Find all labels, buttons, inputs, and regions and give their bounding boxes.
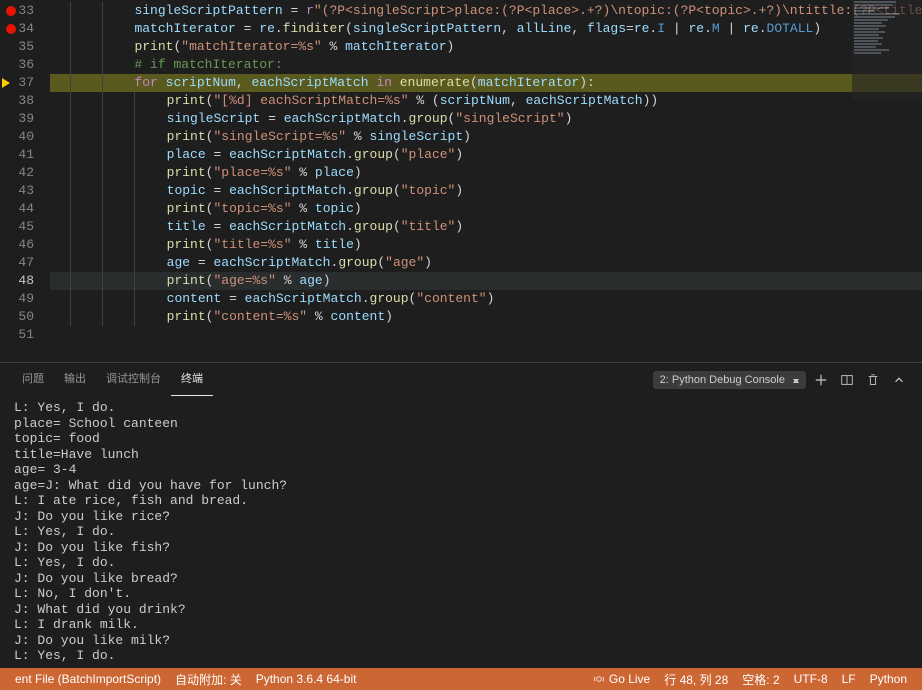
code-line[interactable]: print("singleScript=%s" % singleScript) <box>50 128 922 146</box>
code-line[interactable]: print("matchIterator=%s" % matchIterator… <box>50 38 922 56</box>
line-number[interactable]: 37 <box>0 74 50 92</box>
line-number[interactable]: 33 <box>0 2 50 20</box>
line-number[interactable]: 38 <box>0 92 50 110</box>
status-indent[interactable]: 空格: 2 <box>735 668 786 690</box>
line-number[interactable]: 50 <box>0 308 50 326</box>
status-python-interpreter[interactable]: Python 3.6.4 64-bit <box>249 668 364 690</box>
line-number[interactable]: 45 <box>0 218 50 236</box>
code-line[interactable]: place = eachScriptMatch.group("place") <box>50 146 922 164</box>
line-number[interactable]: 35 <box>0 38 50 56</box>
status-auto-attach[interactable]: 自动附加: 关 <box>168 668 249 690</box>
status-eol[interactable]: LF <box>835 668 863 690</box>
statusbar: ent File (BatchImportScript) 自动附加: 关 Pyt… <box>0 668 922 690</box>
terminal-selector[interactable]: 2: Python Debug Console <box>653 371 806 389</box>
code-line[interactable]: age = eachScriptMatch.group("age") <box>50 254 922 272</box>
code-line[interactable]: title = eachScriptMatch.group("title") <box>50 218 922 236</box>
code-line[interactable]: singleScriptPattern = r"(?P<singleScript… <box>50 2 922 20</box>
code-line[interactable]: matchIterator = re.finditer(singleScript… <box>50 20 922 38</box>
kill-terminal-icon[interactable] <box>862 369 884 391</box>
status-language[interactable]: Python <box>863 668 914 690</box>
code-line[interactable]: singleScript = eachScriptMatch.group("si… <box>50 110 922 128</box>
bottom-panel: 问题 输出 调试控制台 终端 2: Python Debug Console L… <box>0 362 922 662</box>
code-line[interactable]: topic = eachScriptMatch.group("topic") <box>50 182 922 200</box>
terminal-output[interactable]: L: Yes, I do. place= School canteen topi… <box>0 396 922 662</box>
code-line[interactable]: print("content=%s" % content) <box>50 308 922 326</box>
maximize-panel-icon[interactable] <box>888 369 910 391</box>
line-number[interactable]: 36 <box>0 56 50 74</box>
line-number[interactable]: 48 <box>0 272 50 290</box>
code-line[interactable]: print("[%d] eachScriptMatch=%s" % (scrip… <box>50 92 922 110</box>
line-number[interactable]: 46 <box>0 236 50 254</box>
line-number[interactable]: 34 <box>0 20 50 38</box>
line-number[interactable]: 47 <box>0 254 50 272</box>
status-encoding[interactable]: UTF-8 <box>787 668 835 690</box>
panel-tabs: 问题 输出 调试控制台 终端 2: Python Debug Console <box>0 363 922 396</box>
status-debug-target[interactable]: ent File (BatchImportScript) <box>8 668 168 690</box>
code-line[interactable]: print("title=%s" % title) <box>50 236 922 254</box>
line-number[interactable]: 49 <box>0 290 50 308</box>
line-number[interactable]: 51 <box>0 326 50 344</box>
code-line[interactable]: # if matchIterator: <box>50 56 922 74</box>
line-number[interactable]: 44 <box>0 200 50 218</box>
code-editor[interactable]: singleScriptPattern = r"(?P<singleScript… <box>50 0 922 362</box>
minimap[interactable] <box>852 0 922 100</box>
status-go-live-label: Go Live <box>609 672 650 686</box>
editor-area: 33343536373839404142434445464748495051 s… <box>0 0 922 362</box>
line-number[interactable]: 39 <box>0 110 50 128</box>
code-line[interactable]: content = eachScriptMatch.group("content… <box>50 290 922 308</box>
status-go-live[interactable]: Go Live <box>586 668 657 690</box>
gutter: 33343536373839404142434445464748495051 <box>0 0 50 362</box>
line-number[interactable]: 41 <box>0 146 50 164</box>
code-line[interactable]: print("age=%s" % age) <box>50 272 922 290</box>
code-line[interactable]: print("place=%s" % place) <box>50 164 922 182</box>
code-line[interactable]: for scriptNum, eachScriptMatch in enumer… <box>50 74 922 92</box>
status-cursor-position[interactable]: 行 48, 列 28 <box>657 668 735 690</box>
split-terminal-icon[interactable] <box>836 369 858 391</box>
line-number[interactable]: 40 <box>0 128 50 146</box>
new-terminal-icon[interactable] <box>810 369 832 391</box>
tab-output[interactable]: 输出 <box>54 363 96 396</box>
line-number[interactable]: 42 <box>0 164 50 182</box>
tab-terminal[interactable]: 终端 <box>171 363 213 396</box>
tab-debug-console[interactable]: 调试控制台 <box>96 363 171 396</box>
code-line[interactable]: print("topic=%s" % topic) <box>50 200 922 218</box>
code-line[interactable] <box>50 326 922 344</box>
line-number[interactable]: 43 <box>0 182 50 200</box>
tab-problems[interactable]: 问题 <box>12 363 54 396</box>
